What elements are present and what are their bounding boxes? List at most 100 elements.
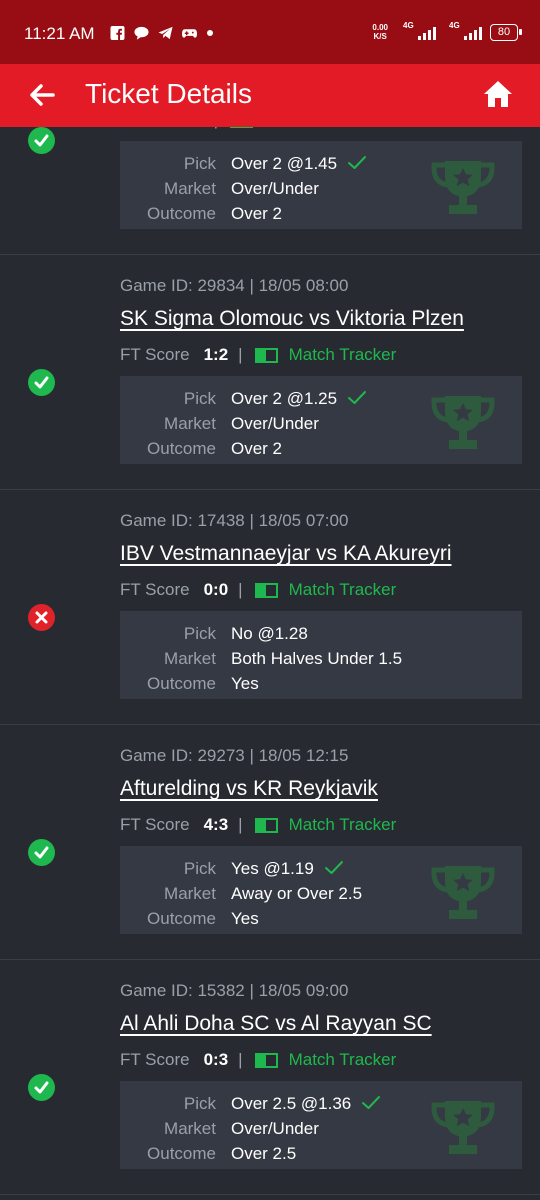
game-id: Game ID: 29273 | 18/05 12:15 xyxy=(120,746,349,765)
check-icon xyxy=(348,156,367,169)
trophy-icon xyxy=(431,396,495,449)
market-label: Market xyxy=(164,414,216,433)
page-title: Ticket Details xyxy=(85,78,253,109)
ft-score-label: FT Score xyxy=(120,345,190,364)
network-speed-unit: K/S xyxy=(373,32,387,41)
match-name-link[interactable]: Al Ahli Doha SC vs Al Rayyan SC xyxy=(120,1012,432,1036)
pick-value: Over 2 @1.45 xyxy=(231,154,338,173)
outcome-value: Yes xyxy=(231,909,259,928)
match-tracker-icon[interactable] xyxy=(254,582,278,598)
sim2-label: 4G xyxy=(449,21,460,30)
bet-list[interactable]: FT Score | Match Tracker Pick Market Out… xyxy=(0,127,540,1200)
pick-value-row: No @1.28 xyxy=(231,621,402,646)
status-bar: 11:21 AM 0.00 K/S 4G 4G 80 xyxy=(0,0,540,64)
pick-box: Pick Market Outcome Yes @1.19 Away or Ov… xyxy=(120,846,522,934)
app-bar: Ticket Details xyxy=(0,64,540,127)
ft-score-value: 0:3 xyxy=(203,1050,229,1069)
match-name-link[interactable]: SK Sigma Olomouc vs Viktoria Plzen xyxy=(120,307,464,331)
pick-values: Over 2.5 @1.36 Over/Under Over 2.5 xyxy=(231,1091,381,1166)
network-speed-value: 0.00 xyxy=(372,23,388,32)
won-status-icon xyxy=(28,1074,55,1101)
match-tracker-link[interactable]: Match Tracker xyxy=(289,345,397,365)
chat-icon xyxy=(134,26,149,40)
ft-score-row: FT Score 1:2 | Match Tracker xyxy=(120,345,396,365)
pick-labels: Pick Market Outcome xyxy=(147,386,216,461)
check-icon xyxy=(324,861,343,874)
bet-card-5: Game ID: 15382 | 18/05 09:00 Al Ahli Doh… xyxy=(0,960,540,1195)
pick-label: Pick xyxy=(183,1094,216,1113)
trophy-icon xyxy=(431,1101,495,1154)
ft-score-row: FT Score 0:3 | Match Tracker xyxy=(120,1050,396,1070)
pick-box: Pick Market Outcome Over 2.5 @1.36 Over/… xyxy=(120,1081,522,1169)
won-status-icon xyxy=(28,839,55,866)
separator: | xyxy=(238,815,243,834)
separator: | xyxy=(214,127,218,130)
match-tracker-icon[interactable] xyxy=(254,1052,278,1068)
pick-value: Over 2 @1.25 xyxy=(231,389,338,408)
match-tracker-icon[interactable] xyxy=(254,817,278,833)
match-tracker-icon[interactable] xyxy=(230,127,254,128)
pick-box: Pick Market Outcome Over 2 @1.25 Over/Un… xyxy=(120,376,522,464)
telegram-icon xyxy=(158,26,173,40)
back-arrow-icon[interactable] xyxy=(26,79,58,111)
market-value: Over/Under xyxy=(231,414,319,433)
match-tracker-link[interactable]: Match Tracker xyxy=(289,815,397,835)
outcome-label: Outcome xyxy=(147,439,216,458)
game-controller-icon xyxy=(182,29,197,38)
pick-values: Over 2 @1.25 Over/Under Over 2 xyxy=(231,386,367,461)
outcome-label: Outcome xyxy=(147,1144,216,1163)
pick-values: No @1.28 Both Halves Under 1.5 Yes xyxy=(231,621,402,696)
outcome-value: Over 2.5 xyxy=(231,1144,297,1163)
signal-sim1-icon: 4G xyxy=(403,21,436,40)
network-speed: 0.00 K/S xyxy=(372,23,388,41)
separator: | xyxy=(238,1050,243,1069)
ft-score-label: FT Score xyxy=(120,580,190,599)
separator: | xyxy=(238,580,243,599)
notification-icons xyxy=(110,26,214,40)
outcome-label: Outcome xyxy=(147,909,216,928)
pick-value: No @1.28 xyxy=(231,624,308,643)
more-dot-icon xyxy=(207,30,213,36)
market-label: Market xyxy=(164,884,216,903)
game-id: Game ID: 29834 | 18/05 08:00 xyxy=(120,276,349,295)
checkmark-icon xyxy=(34,1081,49,1094)
pick-labels: Pick Market Outcome xyxy=(147,856,216,931)
pick-labels: Pick Market Outcome xyxy=(147,151,216,226)
trophy-icon xyxy=(431,866,495,919)
cross-icon xyxy=(35,611,48,624)
ft-score-label: FT Score xyxy=(120,127,190,130)
match-name-link[interactable]: Afturelding vs KR Reykjavik xyxy=(120,777,378,801)
outcome-label: Outcome xyxy=(147,204,216,223)
match-tracker-link[interactable]: Match Tracker xyxy=(289,1050,397,1070)
pick-values: Over 2 @1.45 Over/Under Over 2 xyxy=(231,151,367,226)
bet-card-2: Game ID: 29834 | 18/05 08:00 SK Sigma Ol… xyxy=(0,255,540,490)
pick-label: Pick xyxy=(183,154,216,173)
pick-value-row: Over 2.5 @1.36 xyxy=(231,1091,381,1116)
lost-status-icon xyxy=(28,604,55,631)
home-icon[interactable] xyxy=(482,78,514,110)
ft-score-label: FT Score xyxy=(120,815,190,834)
status-time: 11:21 AM xyxy=(24,24,95,43)
match-name-link[interactable]: IBV Vestmannaeyjar vs KA Akureyri xyxy=(120,542,452,566)
ft-score-row: FT Score 0:0 | Match Tracker xyxy=(120,580,396,600)
ft-score-row: FT Score | Match Tracker xyxy=(120,127,372,130)
market-value: Over/Under xyxy=(231,1119,319,1138)
checkmark-icon xyxy=(34,376,49,389)
signal-sim2-icon: 4G xyxy=(449,21,482,40)
outcome-label: Outcome xyxy=(147,674,216,693)
market-label: Market xyxy=(164,649,216,668)
pick-values: Yes @1.19 Away or Over 2.5 Yes xyxy=(231,856,362,931)
pick-value-row: Over 2 @1.25 xyxy=(231,386,367,411)
match-tracker-link[interactable]: Match Tracker xyxy=(264,127,372,130)
check-icon xyxy=(348,391,367,404)
pick-label: Pick xyxy=(183,859,216,878)
pick-label: Pick xyxy=(183,389,216,408)
facebook-icon xyxy=(110,26,125,40)
match-tracker-icon[interactable] xyxy=(254,347,278,363)
pick-value: Yes @1.19 xyxy=(231,859,314,878)
match-tracker-link[interactable]: Match Tracker xyxy=(289,580,397,600)
market-value: Away or Over 2.5 xyxy=(231,884,363,903)
bet-card-1: FT Score | Match Tracker Pick Market Out… xyxy=(0,127,540,255)
won-status-icon xyxy=(28,369,55,396)
pick-value-row: Yes @1.19 xyxy=(231,856,362,881)
